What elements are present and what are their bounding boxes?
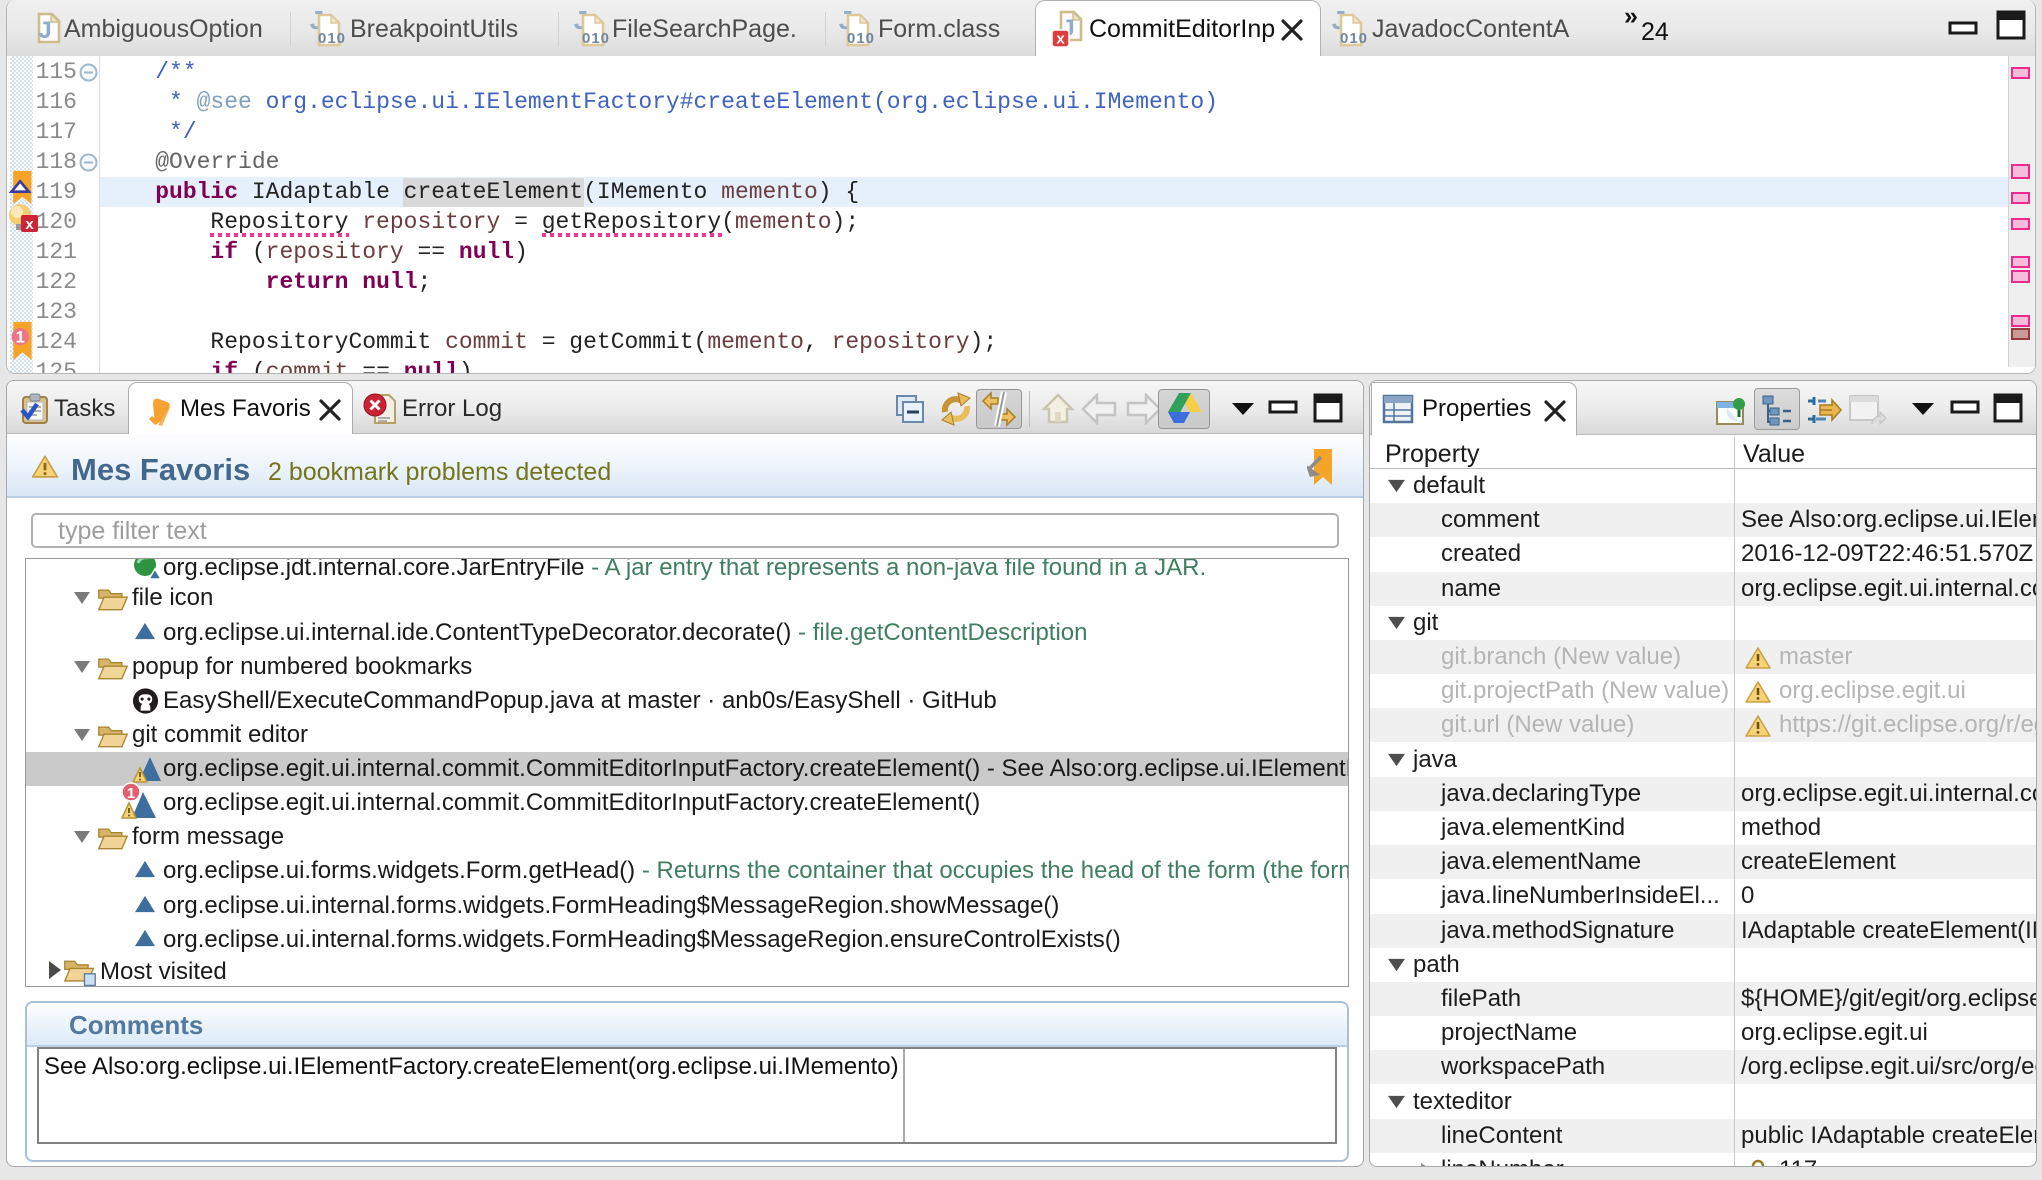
svg-text:010: 010 <box>318 30 345 47</box>
svg-text:1: 1 <box>16 328 25 347</box>
svg-text:1: 1 <box>127 785 135 802</box>
svg-text:J: J <box>38 17 51 44</box>
svg-text:x: x <box>1056 31 1065 48</box>
svg-text:010: 010 <box>1340 30 1367 47</box>
svg-text:010: 010 <box>582 30 609 47</box>
svg-text:010: 010 <box>847 30 874 47</box>
svg-text:x: x <box>25 216 34 233</box>
